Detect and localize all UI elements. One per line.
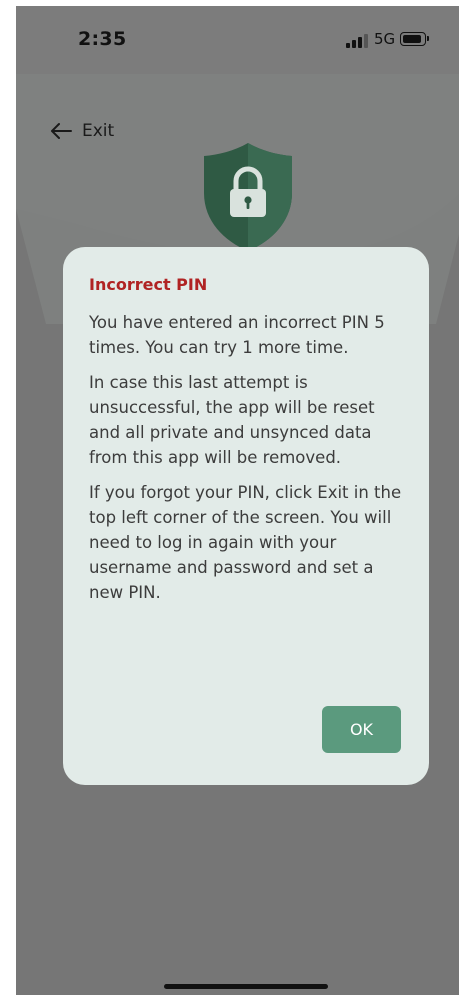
battery-icon — [400, 32, 429, 46]
dialog-paragraph-reset-warning: In case this last attempt is unsuccessfu… — [89, 373, 375, 467]
dialog-paragraph-attempts: You have entered an incorrect PIN 5 time… — [89, 313, 385, 357]
arrow-left-icon — [51, 123, 72, 139]
home-indicator[interactable] — [164, 984, 328, 989]
signal-bars-icon — [346, 34, 370, 48]
ok-button[interactable]: OK — [322, 706, 401, 753]
status-time: 2:35 — [78, 28, 127, 50]
incorrect-pin-dialog: Incorrect PIN You have entered an incorr… — [63, 247, 429, 785]
exit-button[interactable]: Exit — [50, 116, 114, 146]
exit-label: Exit — [82, 121, 115, 141]
phone-screen: 2:35 5G Exit Incorrect PIN You have ente… — [16, 6, 459, 995]
network-label: 5G — [374, 30, 396, 48]
shield-lock-icon — [204, 143, 292, 251]
status-bar: 2:35 5G — [16, 6, 459, 74]
dialog-title: Incorrect PIN — [89, 275, 208, 294]
dialog-paragraph-forgot-pin: If you forgot your PIN, click Exit in th… — [89, 483, 402, 602]
